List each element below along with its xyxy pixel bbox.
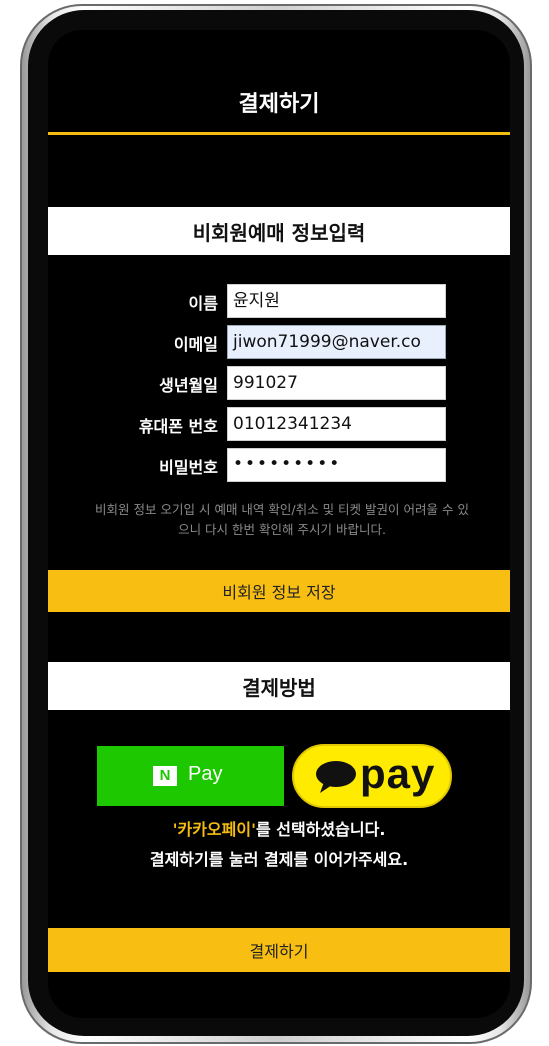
pay-button[interactable]: 결제하기: [48, 928, 510, 972]
birthdate-label: 생년월일: [159, 376, 218, 395]
naver-pay-button[interactable]: N Pay: [97, 746, 284, 806]
kakao-pay-button[interactable]: pay: [292, 744, 452, 808]
save-guest-info-button[interactable]: 비회원 정보 저장: [48, 570, 510, 612]
guest-info-section-title: 비회원예매 정보입력: [48, 207, 510, 255]
email-label: 이메일: [173, 335, 218, 354]
password-label: 비밀번호: [159, 458, 218, 477]
notice-line-2: 으니 다시 한번 확인해 주시기 바랍니다.: [178, 522, 386, 537]
naver-pay-label: Pay: [188, 763, 223, 785]
name-label: 이름: [188, 294, 218, 313]
phone-row: 휴대폰 번호 01012341234: [48, 407, 510, 441]
naver-n-icon: N: [153, 766, 177, 786]
name-input[interactable]: 윤지원: [227, 284, 446, 318]
payment-method-section-title: 결제방법: [48, 662, 510, 710]
header-divider: [48, 132, 510, 135]
selected-method-name: '카카오페이': [172, 820, 256, 839]
page-title: 결제하기: [238, 92, 320, 117]
email-row: 이메일 jiwon71999@naver.co: [48, 325, 510, 359]
selected-method-message: '카카오페이'를 선택하셨습니다.: [48, 816, 510, 840]
notice-line-1: 비회원 정보 오기입 시 예매 내역 확인/취소 및 티켓 발권이 어려울 수 …: [95, 502, 469, 517]
kakao-pay-label: pay: [360, 750, 436, 797]
email-input[interactable]: jiwon71999@naver.co: [227, 325, 446, 359]
phone-label: 휴대폰 번호: [138, 417, 218, 436]
phone-screen: 결제하기 비회원예매 정보입력 이름 윤지원 이메일 jiwon71999@na…: [48, 30, 510, 1018]
birthdate-row: 생년월일 991027: [48, 366, 510, 400]
selected-method-suffix: 를 선택하셨습니다.: [255, 820, 386, 839]
payment-instruction: 결제하기를 눌러 결제를 이어가주세요.: [149, 850, 409, 869]
speech-bubble-icon: [316, 761, 356, 793]
name-row: 이름 윤지원: [48, 284, 510, 318]
password-input[interactable]: •••••••••: [227, 448, 446, 482]
guest-notice: 비회원 정보 오기입 시 예매 내역 확인/취소 및 티켓 발권이 어려울 수 …: [48, 500, 510, 540]
birthdate-input[interactable]: 991027: [227, 366, 446, 400]
password-row: 비밀번호 •••••••••: [48, 448, 510, 482]
phone-input[interactable]: 01012341234: [227, 407, 446, 441]
